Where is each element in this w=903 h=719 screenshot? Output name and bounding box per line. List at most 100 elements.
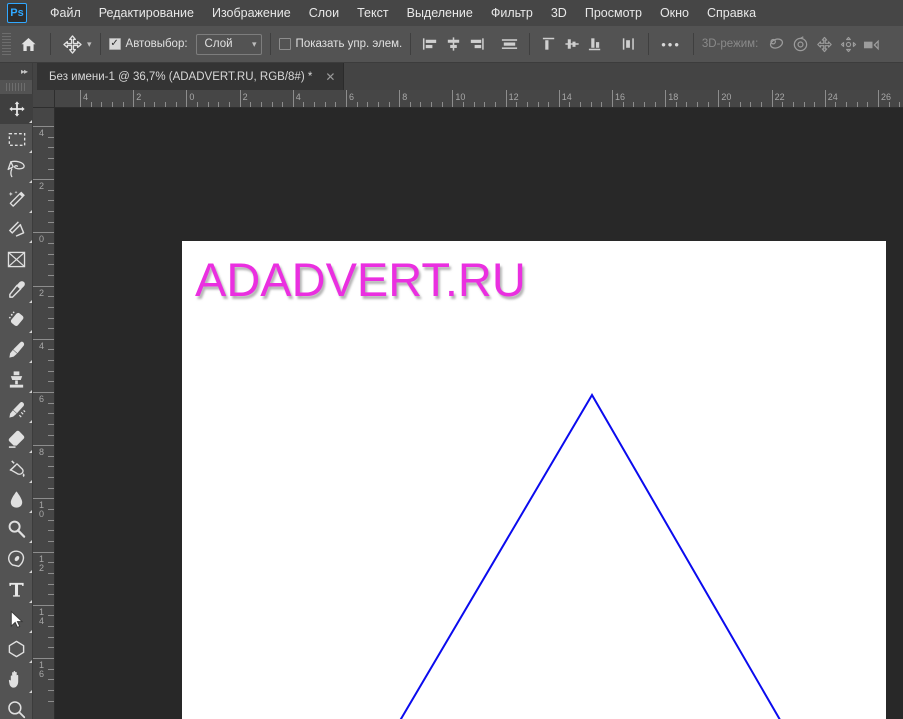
active-tool-move-icon[interactable] [59, 31, 85, 57]
tool-rectangular-marquee[interactable] [0, 124, 33, 154]
tool-pen[interactable] [0, 544, 33, 574]
menu-help[interactable]: Справка [698, 2, 765, 24]
autoselect-checkbox[interactable]: ✓ [108, 38, 121, 50]
ruler-label: 6 [349, 92, 355, 102]
tool-flyout-indicator [29, 180, 32, 183]
roll-3d-icon[interactable] [788, 32, 812, 56]
camera-3d-icon[interactable] [860, 32, 884, 56]
collapse-tools-panel-button[interactable]: ▸▸ [0, 63, 32, 80]
tool-eyedropper[interactable] [0, 274, 33, 304]
document-canvas[interactable]: ADADVERT.RU [182, 241, 886, 719]
tool-brush[interactable] [0, 334, 33, 364]
tool-shape[interactable] [0, 634, 33, 664]
ruler-major-tick [33, 179, 54, 181]
canvas-work-area[interactable]: ADADVERT.RU [55, 108, 903, 719]
separator-2 [99, 33, 101, 55]
tool-healing-brush[interactable] [0, 304, 33, 334]
ruler-major-tick [33, 285, 54, 287]
tool-eraser[interactable] [0, 424, 33, 454]
tool-flyout-indicator [29, 600, 32, 603]
ruler-major-tick [33, 604, 54, 606]
ruler-label: 2 [136, 92, 142, 102]
ruler-label: 12 [508, 92, 519, 102]
ruler-minor-tick [48, 370, 54, 372]
ruler-minor-tick [48, 509, 54, 511]
tool-hand[interactable] [0, 664, 33, 694]
align-left-edges-icon[interactable] [419, 32, 442, 56]
align-bottom-edges-icon[interactable] [584, 32, 607, 56]
tool-path-selection[interactable] [0, 604, 33, 634]
tool-history-brush[interactable] [0, 394, 33, 424]
tool-gradient[interactable] [0, 454, 33, 484]
ruler-label: 2 [242, 92, 248, 102]
document-tab[interactable]: Без имени-1 @ 36,7% (ADADVERT.RU, RGB/8#… [37, 63, 345, 90]
menu-image[interactable]: Изображение [203, 2, 300, 24]
ruler-minor-tick [48, 434, 54, 436]
triangle-shape[interactable] [182, 241, 886, 719]
tool-flyout-indicator [29, 300, 32, 303]
slide-3d-icon[interactable] [836, 32, 860, 56]
tool-lasso[interactable] [0, 154, 33, 184]
orbit-3d-icon[interactable] [764, 32, 788, 56]
options-bar-grip[interactable] [2, 33, 11, 55]
tool-crop[interactable] [0, 214, 33, 244]
tools-panel-grip[interactable] [0, 80, 32, 94]
mode3d-label: 3D-режим: [701, 38, 759, 50]
ruler-minor-tick [48, 306, 54, 308]
ruler-label: 10 [455, 92, 466, 102]
tool-flyout-indicator [29, 420, 32, 423]
menu-window[interactable]: Окно [651, 2, 698, 24]
tool-object-selection[interactable] [0, 184, 33, 214]
ruler-minor-tick [48, 264, 54, 266]
tool-frame[interactable] [0, 244, 33, 274]
menu-3d[interactable]: 3D [542, 2, 576, 24]
autoselect-label: Автовыбор: [125, 38, 188, 50]
tool-flyout-indicator [29, 210, 32, 213]
close-icon[interactable]: ✕ [325, 70, 335, 84]
pan-3d-icon[interactable] [812, 32, 836, 56]
menu-file[interactable]: Файл [41, 2, 90, 24]
tool-zoom[interactable] [0, 694, 33, 719]
ruler-major-tick [33, 658, 54, 659]
ruler-major-tick [824, 90, 826, 107]
tool-preset-chevron-down-icon[interactable]: ▾ [87, 39, 92, 50]
tool-clone-stamp[interactable] [0, 364, 33, 394]
ruler-major-tick [33, 232, 54, 234]
distribute-horizontal-icon[interactable] [498, 32, 521, 56]
ruler-origin-corner[interactable] [33, 90, 55, 108]
ruler-minor-tick [48, 328, 54, 330]
tool-flyout-indicator [29, 360, 32, 363]
ruler-major-tick [718, 90, 720, 107]
separator-4 [410, 33, 412, 55]
tool-dodge[interactable] [0, 514, 33, 544]
menu-layers[interactable]: Слои [300, 2, 348, 24]
vertical-ruler[interactable]: 4 2 0 2 4 6 8 10 12 14 16 [33, 108, 55, 719]
show-transform-controls-checkbox[interactable]: ✓ [278, 38, 291, 50]
more-options-button[interactable]: ••• [657, 37, 685, 52]
align-top-edges-icon[interactable] [538, 32, 561, 56]
home-icon[interactable] [14, 31, 42, 57]
options-bar: ▾ ✓ Автовыбор: Слой ▾ ✓ Показать упр. эл… [0, 26, 903, 63]
ruler-minor-tick [48, 221, 54, 223]
ruler-label: 6 [38, 394, 44, 404]
ruler-label: 4 [38, 340, 44, 351]
menu-text[interactable]: Текст [348, 2, 397, 24]
align-horizontal-centers-icon[interactable] [442, 32, 465, 56]
align-right-edges-icon[interactable] [465, 32, 488, 56]
ruler-major-tick [33, 392, 54, 393]
tool-type[interactable] [0, 574, 33, 604]
horizontal-ruler[interactable]: 4 2 0 2 4 6 8 10 12 14 16 18 20 22 24 26 [55, 90, 903, 108]
ruler-minor-tick [48, 466, 54, 468]
autoselect-scope-select[interactable]: Слой ▾ [195, 33, 262, 55]
tool-flyout-indicator [29, 120, 32, 123]
ruler-label: 16 [615, 92, 626, 102]
distribute-vertical-icon[interactable] [617, 32, 640, 56]
align-vertical-centers-icon[interactable] [561, 32, 584, 56]
menu-select[interactable]: Выделение [398, 2, 482, 24]
menu-filter[interactable]: Фильтр [482, 2, 542, 24]
menu-edit[interactable]: Редактирование [90, 2, 203, 24]
tool-move[interactable] [0, 94, 33, 124]
tool-blur[interactable] [0, 484, 33, 514]
tool-flyout-indicator [29, 390, 32, 393]
menu-view[interactable]: Просмотр [576, 2, 651, 24]
